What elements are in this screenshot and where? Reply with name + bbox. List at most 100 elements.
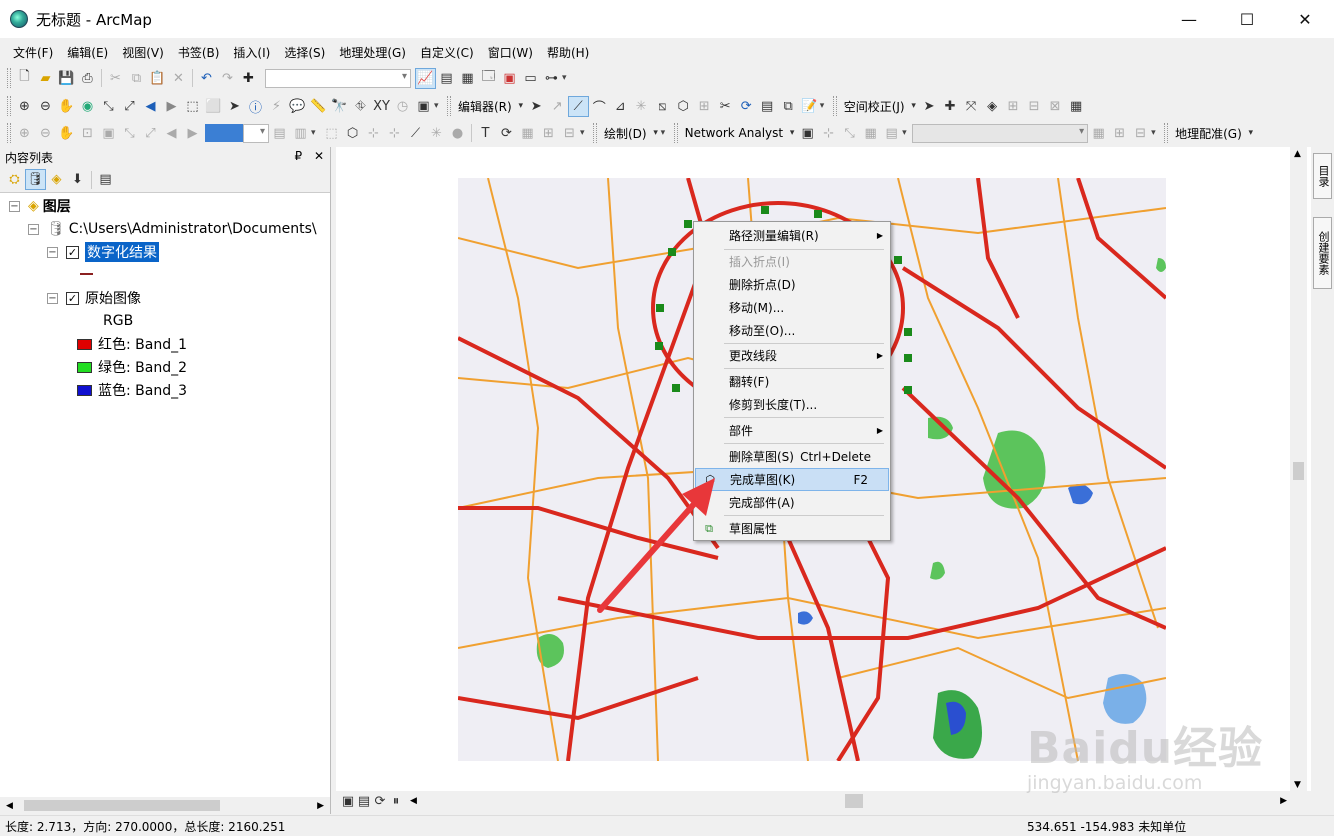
find-route-icon[interactable]: ⛗: [350, 96, 371, 117]
solve-icon[interactable]: ▦: [860, 123, 881, 144]
menu-file[interactable]: 文件(F): [6, 44, 60, 61]
vertex-tool-icon[interactable]: ⬡: [342, 123, 363, 144]
menu-edit[interactable]: 编辑(E): [60, 44, 115, 61]
menu-help[interactable]: 帮助(H): [540, 44, 596, 61]
toc-horizontal-scrollbar[interactable]: ◀ ▶: [0, 797, 330, 814]
draw-menu[interactable]: 绘制(D): [600, 125, 651, 142]
network-analyst-menu[interactable]: Network Analyst: [681, 126, 787, 140]
catalog-icon[interactable]: ▦: [457, 68, 478, 89]
edit-annotation-icon[interactable]: ↗: [547, 96, 568, 117]
select-network-location-icon[interactable]: ⤡: [839, 123, 860, 144]
full-extent-icon[interactable]: ◉: [77, 96, 98, 117]
toolbar-grip[interactable]: [7, 96, 11, 116]
link-table-window-icon[interactable]: ▦: [1066, 96, 1087, 117]
create-features-tab[interactable]: 创建要素: [1313, 217, 1332, 289]
toolbar-options-icon[interactable]: ▾: [311, 128, 321, 138]
adjust-preview-icon[interactable]: ⊠: [1045, 96, 1066, 117]
forward-extent-icon[interactable]: ▶: [161, 96, 182, 117]
editor-toolbar-icon[interactable]: 📈: [415, 67, 436, 89]
trace-icon[interactable]: ⊿: [610, 96, 631, 117]
fixed-zoom-icon[interactable]: ⤡: [119, 123, 140, 144]
menu-item-move-to[interactable]: 移动至(O)...: [695, 319, 889, 342]
add-data-icon[interactable]: ✚: [238, 68, 259, 89]
link-table-icon[interactable]: ⊞: [1003, 96, 1024, 117]
straight-segment-icon[interactable]: ⟋: [567, 95, 589, 117]
open-icon[interactable]: ▰: [35, 68, 56, 89]
data-view-icon[interactable]: ▣: [340, 793, 356, 809]
layout-pan-icon[interactable]: ✋: [56, 123, 77, 144]
layout-zoom-percent[interactable]: [205, 124, 243, 142]
rotate-raster-icon[interactable]: ▦: [1088, 123, 1109, 144]
hyperlink-icon[interactable]: ⚡: [266, 96, 287, 117]
time-slider-icon[interactable]: ◷: [392, 96, 413, 117]
editor-menu[interactable]: 编辑器(R): [454, 98, 516, 115]
tree-row-workspace[interactable]: − 🛢 C:\Users\Administrator\Documents\: [28, 218, 317, 240]
arctoolbox-icon[interactable]: ▣: [499, 68, 520, 89]
identify-icon[interactable]: ⓘ: [245, 96, 266, 117]
toolbar-options-icon[interactable]: ▾: [661, 128, 671, 138]
line-tool-icon[interactable]: ⟋: [405, 123, 426, 144]
sphere-icon[interactable]: ●: [447, 123, 468, 144]
georef-layer-combo[interactable]: [912, 123, 1089, 143]
menu-item-route-measure-editing[interactable]: 路径测量编辑(R) ▶: [695, 224, 889, 247]
menu-item-delete-sketch[interactable]: 删除草图(S) Ctrl+Delete: [695, 445, 889, 468]
toolbar-options-icon[interactable]: ▾: [1151, 128, 1161, 138]
menu-insert[interactable]: 插入(I): [226, 44, 277, 61]
select-elements-icon[interactable]: ➤: [224, 96, 245, 117]
directions-icon[interactable]: ▤: [881, 123, 902, 144]
collapse-icon[interactable]: −: [47, 292, 58, 304]
paste-icon[interactable]: 📋: [147, 68, 168, 89]
reshape-icon[interactable]: ⬡: [673, 96, 694, 117]
create-network-location-icon[interactable]: ⊹: [818, 123, 839, 144]
menu-item-change-segment[interactable]: 更改线段 ▶: [695, 344, 889, 367]
next-extent-icon[interactable]: ▶: [182, 123, 203, 144]
draft-mode-icon[interactable]: ▤: [269, 123, 290, 144]
menu-item-insert-vertex[interactable]: 插入折点(I): [695, 250, 889, 273]
scroll-right-icon[interactable]: ▶: [1280, 796, 1287, 806]
shift-raster-icon[interactable]: ⊞: [1109, 123, 1130, 144]
layout-zoom-out-icon[interactable]: ⊖: [35, 123, 56, 144]
collapse-icon[interactable]: −: [47, 246, 58, 258]
scroll-up-icon[interactable]: ▲: [1294, 149, 1301, 159]
menu-geoprocessing[interactable]: 地理处理(G): [332, 44, 413, 61]
html-popup-icon[interactable]: 💬: [287, 96, 308, 117]
layer-name[interactable]: 数字化结果: [85, 242, 159, 262]
maximize-button[interactable]: ☐: [1218, 0, 1276, 38]
toolbar-options-icon[interactable]: ▾: [902, 128, 912, 138]
multiple-displacement-icon[interactable]: ◈: [982, 96, 1003, 117]
menu-item-flip[interactable]: 翻转(F): [695, 370, 889, 393]
list-by-drawing-order-icon[interactable]: ⛭: [4, 169, 25, 190]
model-builder-icon[interactable]: ⊶: [541, 68, 562, 89]
scrollbar-thumb[interactable]: [1293, 462, 1304, 480]
toc-options-icon[interactable]: ▤: [95, 169, 116, 190]
toolbar-grip[interactable]: [1164, 123, 1169, 143]
viewer-window-icon[interactable]: ▣: [413, 96, 434, 117]
network-analyst-window-icon[interactable]: ▣: [797, 123, 818, 144]
select-tool-icon[interactable]: ⬚: [321, 123, 342, 144]
close-icon[interactable]: ✕: [314, 149, 324, 163]
layer-name[interactable]: 原始图像: [85, 288, 141, 308]
label-tool-icon[interactable]: T: [475, 123, 496, 144]
edit-tool-icon[interactable]: ➤: [526, 96, 547, 117]
list-by-source-icon[interactable]: 🛢: [25, 169, 46, 190]
toolbar-grip[interactable]: [7, 68, 11, 88]
toolbar-grip[interactable]: [593, 123, 597, 143]
georeferencing-menu[interactable]: 地理配准(G): [1171, 125, 1246, 142]
go-to-xy-icon[interactable]: XY: [371, 96, 392, 117]
align-icon[interactable]: ⊹: [384, 123, 405, 144]
guides-icon[interactable]: ⊞: [538, 123, 559, 144]
grid-icon[interactable]: ▦: [517, 123, 538, 144]
modify-link-icon[interactable]: ⤧: [961, 96, 982, 117]
scroll-right-icon[interactable]: ▶: [317, 801, 324, 811]
toolbar-grip[interactable]: [832, 96, 837, 116]
zoom-100-icon[interactable]: ▣: [98, 123, 119, 144]
scale-raster-icon[interactable]: ⊟: [1130, 123, 1151, 144]
snap-icon[interactable]: ⊹: [363, 123, 384, 144]
zoom-out-icon[interactable]: ⊖: [35, 96, 56, 117]
toolbar-options-icon[interactable]: ▾: [820, 101, 830, 111]
focus-data-frame-icon[interactable]: ▥: [290, 123, 311, 144]
fixed-zoom-in-icon[interactable]: ⤡: [98, 96, 119, 117]
edit-vertices-icon[interactable]: ⧅: [652, 96, 673, 117]
split-icon[interactable]: ✂: [715, 96, 736, 117]
toolbar-options-icon[interactable]: ▾: [562, 73, 572, 83]
